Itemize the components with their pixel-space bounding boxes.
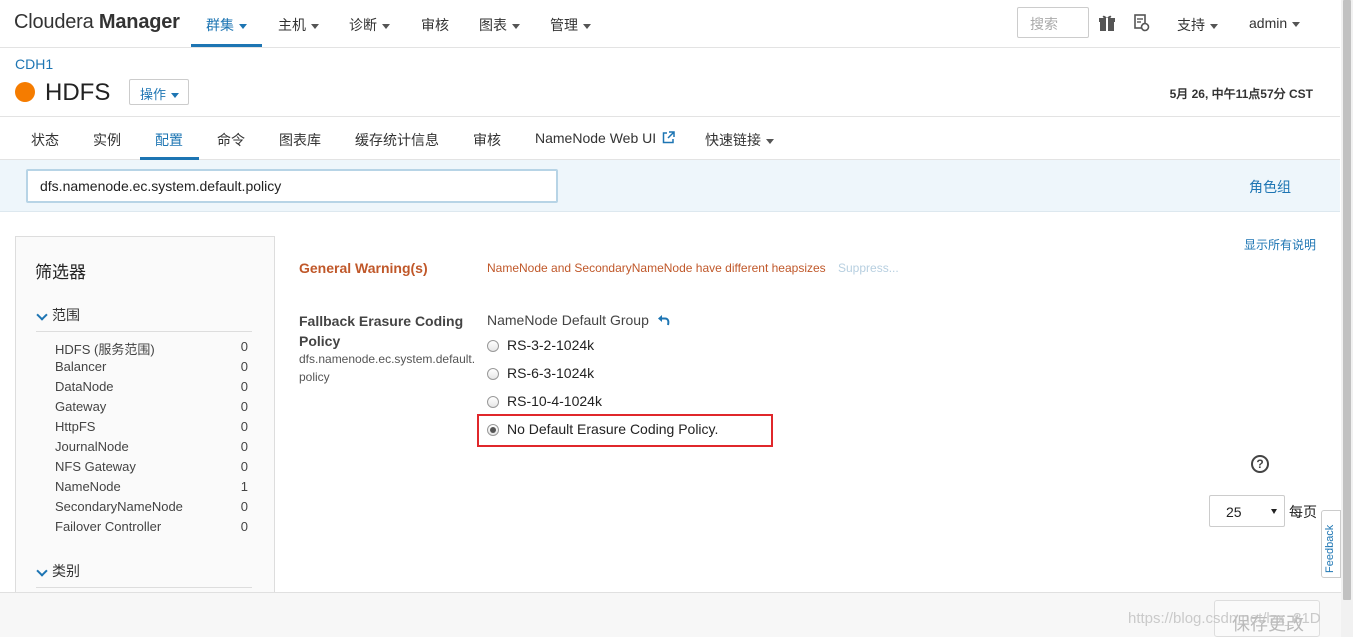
scope-item-secondarynamenode[interactable]: SecondaryNameNode 0 — [55, 499, 248, 514]
chevron-down-icon — [382, 23, 390, 29]
actions-button[interactable]: 操作 — [129, 79, 189, 105]
undo-icon[interactable] — [657, 313, 671, 327]
general-warning-message: NameNode and SecondaryNameNode have diff… — [487, 261, 826, 275]
per-page-select[interactable]: 25 — [1209, 495, 1285, 527]
brand-logo[interactable]: Cloudera Manager — [14, 11, 180, 34]
help-icon[interactable]: ? — [1251, 455, 1269, 473]
suppress-link[interactable]: Suppress... — [838, 261, 899, 275]
chevron-down-icon — [1292, 21, 1301, 27]
breadcrumb-cluster[interactable]: CDH1 — [15, 56, 53, 72]
nav-item-clusters[interactable]: 群集 — [206, 15, 247, 35]
chevron-down-icon — [512, 23, 520, 29]
filter-sidebar: 筛选器 范围 HDFS (服务范围) 0 Balancer 0 DataNode 0 … — [15, 236, 275, 636]
scope-item-namenode[interactable]: NameNode 1 — [55, 479, 248, 494]
tab-status[interactable]: 状态 — [31, 130, 59, 150]
scope-item-httpfs[interactable]: HttpFS 0 — [55, 419, 248, 434]
nav-item-administration[interactable]: 管理 — [550, 15, 591, 35]
scope-item-failover-controller[interactable]: Failover Controller 0 — [55, 519, 248, 534]
nav-item-support[interactable]: 支持 — [1177, 15, 1218, 35]
running-commands-icon[interactable] — [1132, 14, 1150, 32]
config-search-bar: dfs.namenode.ec.system.default.policy 角色… — [0, 160, 1340, 212]
per-page-label: 每页 — [1289, 504, 1317, 520]
nav-item-diagnostics[interactable]: 诊断 — [349, 15, 390, 35]
scope-item-hdfs[interactable]: HDFS (服务范围) 0 — [55, 339, 248, 358]
scope-item-journalnode[interactable]: JournalNode 0 — [55, 439, 248, 454]
nav-item-audits[interactable]: 审核 — [421, 15, 449, 35]
category-section-header[interactable]: 类别 — [36, 561, 252, 588]
tab-namenode-web-ui[interactable]: NameNode Web UI — [535, 130, 675, 146]
radio-button[interactable] — [487, 396, 499, 408]
service-tabs: 状态 实例 配置 命令 图表库 缓存统计信息 审核 NameNode Web U… — [0, 116, 1340, 160]
global-search-input[interactable]: 搜索 — [1017, 7, 1089, 38]
nav-active-indicator — [191, 44, 262, 47]
config-search-input[interactable]: dfs.namenode.ec.system.default.policy — [26, 169, 558, 203]
tab-configuration[interactable]: 配置 — [155, 130, 183, 150]
role-group-name: NameNode Default Group — [487, 312, 649, 328]
top-navbar: Cloudera Manager 群集 主机 诊断 审核 图表 管理 搜索 支持… — [0, 0, 1340, 48]
dropdown-arrow-icon — [1271, 509, 1277, 514]
scope-item-gateway[interactable]: Gateway 0 — [55, 399, 248, 414]
scope-item-nfs-gateway[interactable]: NFS Gateway 0 — [55, 459, 248, 474]
tab-commands[interactable]: 命令 — [217, 130, 245, 150]
tab-cache-statistics[interactable]: 缓存统计信息 — [355, 130, 439, 150]
scope-item-balancer[interactable]: Balancer 0 — [55, 359, 248, 374]
chevron-down-icon — [583, 23, 591, 29]
tab-quick-links[interactable]: 快速链接 — [705, 130, 774, 150]
nav-item-charts[interactable]: 图表 — [479, 15, 520, 35]
role-groups-link[interactable]: 角色组 — [1249, 177, 1291, 197]
watermark: https://blog.csdn.net/lzx_81D — [1128, 610, 1321, 627]
chevron-down-icon — [36, 565, 48, 577]
chevron-down-icon — [311, 23, 319, 29]
nav-item-hosts[interactable]: 主机 — [278, 15, 319, 35]
tab-chart-library[interactable]: 图表库 — [279, 130, 321, 150]
feedback-tab[interactable]: Feedback — [1321, 510, 1341, 578]
chevron-down-icon — [36, 309, 48, 321]
property-label: Fallback Erasure Coding Policy — [299, 313, 464, 349]
radio-button[interactable] — [487, 340, 499, 352]
chevron-down-icon — [1210, 23, 1218, 29]
scrollbar-thumb[interactable] — [1343, 0, 1351, 600]
general-warning-label: General Warning(s) — [299, 260, 428, 276]
external-link-icon — [662, 131, 675, 144]
nav-item-user[interactable]: admin — [1249, 15, 1301, 31]
current-time[interactable]: 5月 26, 中午11点57分 CST — [1170, 85, 1313, 102]
scope-section-header[interactable]: 范围 — [36, 305, 252, 332]
annotation-highlight-box — [477, 414, 773, 447]
service-status-icon — [15, 82, 35, 102]
chevron-down-icon — [171, 93, 180, 99]
chevron-down-icon — [766, 138, 774, 144]
radio-button[interactable] — [487, 368, 499, 380]
gift-icon[interactable] — [1098, 14, 1116, 32]
tab-instances[interactable]: 实例 — [93, 130, 121, 150]
scope-item-datanode[interactable]: DataNode 0 — [55, 379, 248, 394]
sidebar-title: 筛选器 — [35, 263, 86, 282]
property-key: dfs.namenode.ec.system.default.policy — [299, 352, 476, 384]
show-all-descriptions-link[interactable]: 显示所有说明 — [1244, 236, 1316, 253]
service-title: HDFS — [45, 79, 111, 106]
tab-audits[interactable]: 审核 — [473, 130, 501, 150]
chevron-down-icon — [239, 23, 247, 29]
